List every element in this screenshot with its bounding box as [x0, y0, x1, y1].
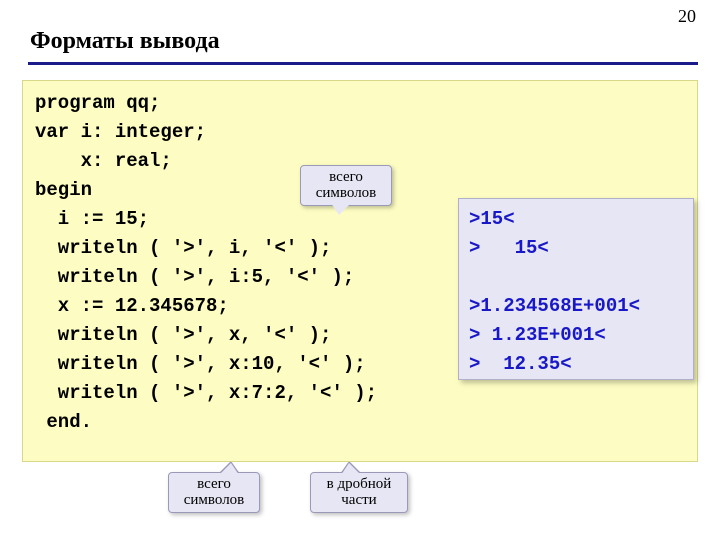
callout-decimal-part: в дробной части — [310, 472, 408, 513]
output-block: >15< > 15< >1.234568E+001< > 1.23E+001< … — [458, 198, 694, 380]
callout-label: в дробной части — [327, 476, 392, 508]
callout-total-chars-bottom: всего символов — [168, 472, 260, 513]
callout-label: всего символов — [184, 476, 245, 508]
slide-title: Форматы вывода — [30, 28, 220, 55]
callout-total-chars-top: всего символов — [300, 165, 392, 206]
callout-label: всего символов — [316, 169, 377, 201]
title-underline — [28, 62, 698, 65]
page-number: 20 — [678, 6, 696, 27]
